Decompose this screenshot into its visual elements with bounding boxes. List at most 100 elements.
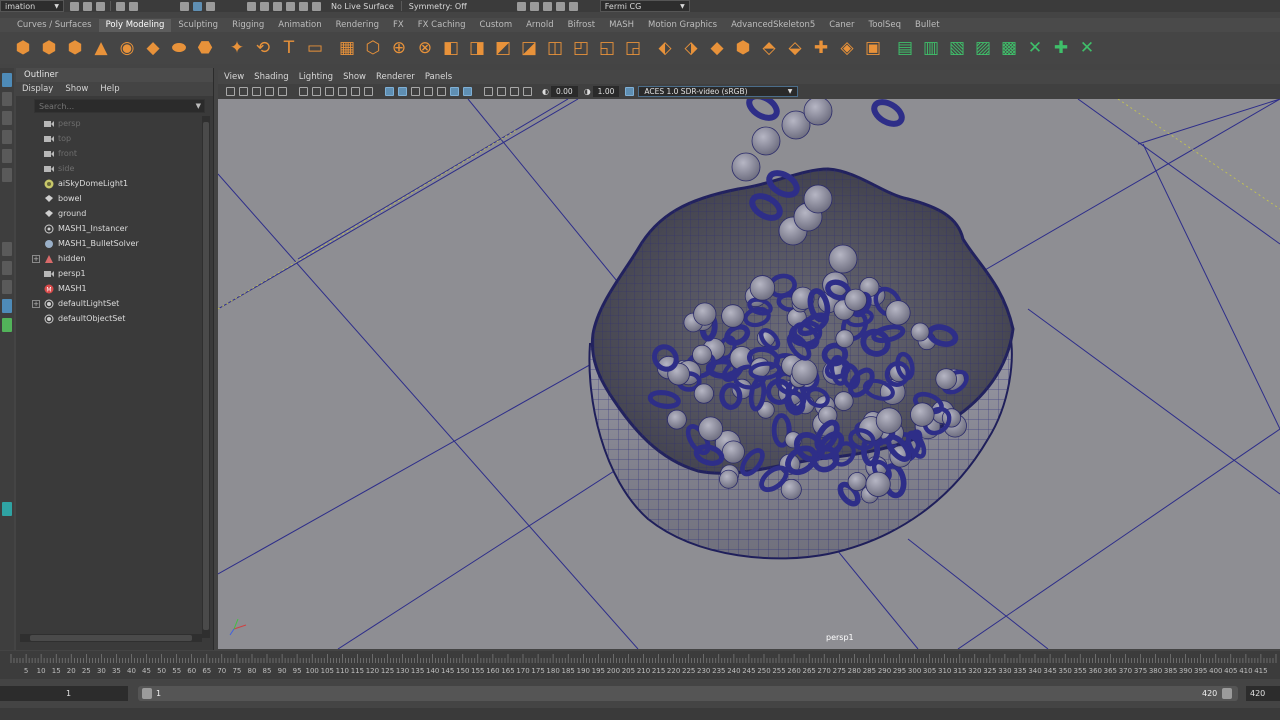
shelf-uv-f-icon[interactable]: ✕ — [1024, 37, 1046, 59]
outliner-item[interactable]: persp — [16, 116, 202, 131]
shelf-spin-edge-icon[interactable]: ◱ — [596, 37, 618, 59]
outliner-menu-help[interactable]: Help — [100, 84, 119, 94]
layout-green-button[interactable] — [2, 318, 12, 332]
shelf-svg-icon[interactable]: ▭ — [304, 37, 326, 59]
expand-icon[interactable]: + — [32, 299, 40, 308]
shelf-merge-icon[interactable]: ◨ — [466, 37, 488, 59]
shelf-grid-sel-icon[interactable]: ▦ — [336, 37, 358, 59]
image-plane-icon[interactable] — [265, 87, 274, 96]
outliner-item[interactable]: + defaultLightSet — [16, 296, 202, 311]
viewport-menu-view[interactable]: View — [224, 72, 244, 82]
lights-icon[interactable] — [437, 87, 446, 96]
isolate-select-icon[interactable] — [484, 87, 493, 96]
shelf-sculpt-f-icon[interactable]: ⬙ — [784, 37, 806, 59]
shelf-reverse-icon[interactable]: ◲ — [622, 37, 644, 59]
shelf-uv-d-icon[interactable]: ▨ — [972, 37, 994, 59]
expand-icon[interactable]: + — [32, 254, 40, 263]
shelf-bridge-icon[interactable]: ⊗ — [414, 37, 436, 59]
viewport-menu-show[interactable]: Show — [343, 72, 366, 82]
shelf-sculpt-e-icon[interactable]: ⬘ — [758, 37, 780, 59]
live-surface[interactable]: No Live Surface — [327, 0, 398, 12]
end-frame-field[interactable]: 420 — [1246, 686, 1280, 701]
shelf-text-icon[interactable]: T — [278, 37, 300, 59]
open-scene-icon[interactable] — [83, 1, 92, 11]
shelf-tab-poly-modeling[interactable]: Poly Modeling — [98, 19, 172, 32]
snap-vertex-icon[interactable] — [312, 1, 321, 11]
layout-four-button[interactable] — [2, 261, 12, 275]
shelf-tab-custom[interactable]: Custom — [473, 19, 520, 32]
viewport-menu-shading[interactable]: Shading — [254, 72, 289, 82]
shelf-tab-arnold[interactable]: Arnold — [519, 19, 561, 32]
shelf-torus-icon[interactable]: ◉ — [116, 37, 138, 59]
hypershade-icon[interactable] — [555, 1, 565, 11]
lasso-tool-button[interactable] — [2, 92, 12, 106]
pause-icon[interactable] — [568, 1, 578, 11]
render-frame-icon[interactable] — [516, 1, 526, 11]
shelf-star-move-icon[interactable]: ✦ — [226, 37, 248, 59]
outliner-item[interactable]: defaultObjectSet — [16, 311, 202, 326]
shelf-tab-fx-caching[interactable]: FX Caching — [411, 19, 473, 32]
shelf-sphere-icon[interactable]: ⬢ — [12, 37, 34, 59]
shelf-tab-motion-graphics[interactable]: Motion Graphics — [641, 19, 724, 32]
camera-select-icon[interactable] — [226, 87, 235, 96]
shelf-tab-mash[interactable]: MASH — [602, 19, 641, 32]
paint-tool-button[interactable] — [2, 111, 12, 125]
select-tool-icon[interactable] — [180, 1, 189, 11]
ipr-render-icon[interactable] — [529, 1, 539, 11]
outliner-vertical-scrollbar[interactable] — [202, 116, 210, 638]
outliner-search-input[interactable] — [35, 101, 185, 111]
range-start-handle[interactable] — [142, 688, 152, 699]
shelf-tab-fx[interactable]: FX — [386, 19, 411, 32]
snap-view-icon[interactable] — [286, 1, 295, 11]
camera-lock-icon[interactable] — [239, 87, 248, 96]
outliner-item[interactable]: top — [16, 131, 202, 146]
rotate-tool-button[interactable] — [2, 149, 12, 163]
start-frame-field[interactable]: 1 — [0, 686, 128, 701]
shelf-tab-rigging[interactable]: Rigging — [225, 19, 271, 32]
renderer-dropdown[interactable]: Fermi CG ▼ — [599, 0, 690, 12]
shelf-tab-bullet[interactable]: Bullet — [908, 19, 947, 32]
xray-icon[interactable] — [497, 87, 506, 96]
shelf-uv-e-icon[interactable]: ▩ — [998, 37, 1020, 59]
shelf-sculpt-b-icon[interactable]: ⬗ — [680, 37, 702, 59]
wireframe-icon[interactable] — [385, 87, 394, 96]
field-chart-icon[interactable] — [351, 87, 360, 96]
smooth-shade-icon[interactable] — [398, 87, 407, 96]
shelf-sculpt-i-icon[interactable]: ▣ — [862, 37, 884, 59]
shelf-tab-toolseq[interactable]: ToolSeq — [862, 19, 909, 32]
viewport-menu-lighting[interactable]: Lighting — [299, 72, 333, 82]
save-scene-icon[interactable] — [96, 1, 105, 11]
shelf-uv-c-icon[interactable]: ▧ — [946, 37, 968, 59]
outliner-menu-display[interactable]: Display — [22, 84, 53, 94]
outliner-item[interactable]: ground — [16, 206, 202, 221]
outliner-item[interactable]: + hidden — [16, 251, 202, 266]
command-line[interactable] — [0, 708, 1280, 720]
paint-select-icon[interactable] — [206, 1, 215, 11]
shelf-combine-icon-icon[interactable]: ⟲ — [252, 37, 274, 59]
lasso-tool-icon[interactable] — [193, 1, 202, 11]
shelf-disc-icon[interactable]: ⬬ — [168, 37, 190, 59]
snap-point-icon[interactable] — [273, 1, 282, 11]
shelf-cone-icon[interactable]: ▲ — [90, 37, 112, 59]
xray-joints-icon[interactable] — [510, 87, 519, 96]
viewport-menu-renderer[interactable]: Renderer — [376, 72, 415, 82]
shelf-cylinder-icon[interactable]: ⬢ — [64, 37, 86, 59]
shelf-cube-icon[interactable]: ⬢ — [38, 37, 60, 59]
shelf-tab-sculpting[interactable]: Sculpting — [171, 19, 225, 32]
color-management-dropdown[interactable]: ACES 1.0 SDR-video (sRGB) ▼ — [638, 86, 799, 97]
layout-outliner-button[interactable] — [2, 299, 12, 313]
outliner-item[interactable]: bowel — [16, 191, 202, 206]
time-slider[interactable]: 5 10 15 20 25 30 35 40 45 50 55 60 65 70 75 80 85 90 95 100… — [0, 651, 1280, 679]
safe-action-icon[interactable] — [364, 87, 373, 96]
shelf-slide-edge-icon[interactable]: ◰ — [570, 37, 592, 59]
outliner-item[interactable]: persp1 — [16, 266, 202, 281]
outliner-item[interactable]: aiSkyDomeLight1 — [16, 176, 202, 191]
viewport-menu-panels[interactable]: Panels — [425, 72, 452, 82]
chevron-down-icon[interactable]: ▼ — [196, 102, 201, 110]
render-settings-icon[interactable] — [542, 1, 552, 11]
shelf-platonic-icon[interactable]: ⬣ — [194, 37, 216, 59]
shelf-tab-rendering[interactable]: Rendering — [329, 19, 386, 32]
symmetry-setting[interactable]: Symmetry: Off — [405, 0, 471, 12]
snap-curve-icon[interactable] — [260, 1, 269, 11]
outliner-item[interactable]: MASH1_Instancer — [16, 221, 202, 236]
